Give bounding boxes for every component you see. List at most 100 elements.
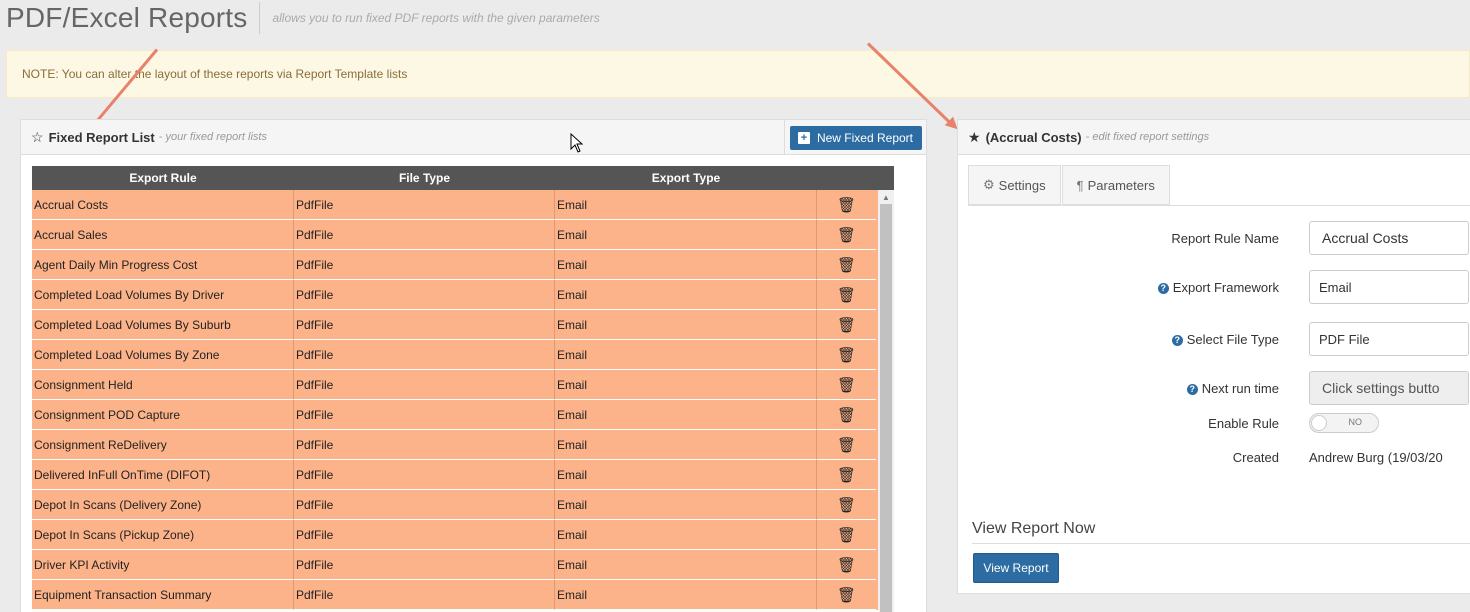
cell-export-rule[interactable]: Equipment Transaction Summary (32, 580, 294, 610)
table-row[interactable]: Equipment Transaction Summary PdfFile Emai… (32, 580, 894, 610)
cell-export-type[interactable]: Email (555, 220, 817, 250)
cell-export-type[interactable]: Email (555, 340, 817, 370)
cell-export-rule[interactable]: Accrual Costs (32, 190, 294, 220)
trash-icon[interactable]: 🗑 (837, 586, 856, 604)
cell-export-type[interactable]: Email (555, 250, 817, 280)
cell-file-type[interactable]: PdfFile (294, 430, 555, 460)
table-row[interactable]: Completed Load Volumes By Driver PdfFile E… (32, 280, 894, 310)
cell-file-type[interactable]: PdfFile (294, 340, 555, 370)
cell-actions: 🗑 (817, 250, 876, 280)
cell-export-type[interactable]: Email (555, 550, 817, 580)
cell-file-type[interactable]: PdfFile (294, 220, 555, 250)
trash-icon[interactable]: 🗑 (837, 496, 856, 514)
cell-actions: 🗑 (817, 490, 876, 520)
cell-export-rule[interactable]: Depot In Scans (Pickup Zone) (32, 520, 294, 550)
fixed-report-list-panel: ☆ Fixed Report List - your fixed report … (20, 119, 927, 612)
trash-icon[interactable]: 🗑 (837, 256, 856, 274)
trash-icon[interactable]: 🗑 (837, 376, 856, 394)
help-icon[interactable]: ? (1186, 383, 1198, 395)
note-banner: NOTE: You can alter the layout of these … (6, 50, 1470, 98)
cell-export-rule[interactable]: Completed Load Volumes By Zone (32, 340, 294, 370)
trash-icon[interactable]: 🗑 (837, 556, 856, 574)
cell-export-type[interactable]: Email (555, 460, 817, 490)
trash-icon[interactable]: 🗑 (837, 466, 856, 484)
cell-export-rule[interactable]: Consignment ReDelivery (32, 430, 294, 460)
help-icon[interactable]: ? (1157, 282, 1169, 294)
cell-file-type[interactable]: PdfFile (294, 580, 555, 610)
table-row[interactable]: Agent Daily Min Progress Cost PdfFile Emai… (32, 250, 894, 280)
column-header-export-type[interactable]: Export Type (555, 166, 817, 190)
cell-export-type[interactable]: Email (555, 490, 817, 520)
trash-icon[interactable]: 🗑 (837, 286, 856, 304)
table-row[interactable]: Depot In Scans (Delivery Zone) PdfFile Ema… (32, 490, 894, 520)
cell-export-rule[interactable]: Driver KPI Activity (32, 550, 294, 580)
cell-file-type[interactable]: PdfFile (294, 310, 555, 340)
cell-actions: 🗑 (817, 310, 876, 340)
table-row[interactable]: Depot In Scans (Pickup Zone) PdfFile Email… (32, 520, 894, 550)
cell-file-type[interactable]: PdfFile (294, 460, 555, 490)
trash-icon[interactable]: 🗑 (837, 226, 856, 244)
trash-icon[interactable]: 🗑 (837, 526, 856, 544)
cell-export-type[interactable]: Email (555, 310, 817, 340)
cell-export-type[interactable]: Email (555, 580, 817, 610)
enable-rule-toggle[interactable]: NO (1309, 413, 1379, 433)
scroll-up-icon[interactable]: ▲ (878, 190, 894, 204)
cell-file-type[interactable]: PdfFile (294, 400, 555, 430)
form-row-rule-name: Report Rule Name Accrual Costs (958, 221, 1470, 255)
trash-icon[interactable]: 🗑 (837, 196, 856, 214)
paragraph-icon: ¶ (1076, 177, 1084, 193)
tab-parameters[interactable]: ¶ Parameters (1061, 165, 1170, 205)
cell-file-type[interactable]: PdfFile (294, 490, 555, 520)
file-type-select[interactable]: PDF File (1309, 322, 1469, 356)
rule-name-label: Report Rule Name (1171, 230, 1279, 246)
cell-export-type[interactable]: Email (555, 370, 817, 400)
cell-file-type[interactable]: PdfFile (294, 250, 555, 280)
cell-actions: 🗑 (817, 280, 876, 310)
cell-export-type[interactable]: Email (555, 430, 817, 460)
trash-icon[interactable]: 🗑 (837, 346, 856, 364)
column-header-export-rule[interactable]: Export Rule (32, 166, 294, 190)
table-row[interactable]: Consignment ReDelivery PdfFile Email 🗑 (32, 430, 894, 460)
cell-actions: 🗑 (817, 580, 876, 610)
new-fixed-report-button[interactable]: + New Fixed Report (789, 125, 922, 150)
cell-export-type[interactable]: Email (555, 190, 817, 220)
cell-export-rule[interactable]: Depot In Scans (Delivery Zone) (32, 490, 294, 520)
cell-file-type[interactable]: PdfFile (294, 190, 555, 220)
cell-export-rule[interactable]: Completed Load Volumes By Suburb (32, 310, 294, 340)
cell-export-rule[interactable]: Agent Daily Min Progress Cost (32, 250, 294, 280)
rule-name-input[interactable]: Accrual Costs (1309, 221, 1469, 255)
table-scrollbar[interactable]: ▲ (878, 190, 894, 612)
tab-settings[interactable]: ⚙ Settings (968, 165, 1061, 205)
trash-icon[interactable]: 🗑 (837, 316, 856, 334)
cell-export-rule[interactable]: Consignment POD Capture (32, 400, 294, 430)
column-header-file-type[interactable]: File Type (294, 166, 555, 190)
cell-export-rule[interactable]: Consignment Held (32, 370, 294, 400)
table-row[interactable]: Accrual Sales PdfFile Email 🗑 (32, 220, 894, 250)
table-row[interactable]: Accrual Costs PdfFile Email 🗑 (32, 190, 894, 220)
cell-file-type[interactable]: PdfFile (294, 370, 555, 400)
cell-export-type[interactable]: Email (555, 280, 817, 310)
cell-export-type[interactable]: Email (555, 520, 817, 550)
cell-file-type[interactable]: PdfFile (294, 520, 555, 550)
trash-icon[interactable]: 🗑 (837, 406, 856, 424)
trash-icon[interactable]: 🗑 (837, 436, 856, 454)
table-row[interactable]: Consignment Held PdfFile Email 🗑 (32, 370, 894, 400)
cell-file-type[interactable]: PdfFile (294, 550, 555, 580)
created-value: Andrew Burg (19/03/20 (1309, 450, 1443, 465)
table-row[interactable]: Completed Load Volumes By Suburb PdfFile E… (32, 310, 894, 340)
next-run-label: ? Next run time (958, 381, 1309, 396)
view-report-button[interactable]: View Report (973, 553, 1059, 583)
cell-file-type[interactable]: PdfFile (294, 280, 555, 310)
export-framework-select[interactable]: Email (1309, 270, 1469, 304)
table-row[interactable]: Completed Load Volumes By Zone PdfFile Ema… (32, 340, 894, 370)
table-row[interactable]: Delivered InFull OnTime (DIFOT) PdfFile Em… (32, 460, 894, 490)
cell-export-rule[interactable]: Completed Load Volumes By Driver (32, 280, 294, 310)
table-row[interactable]: Consignment POD Capture PdfFile Email 🗑 (32, 400, 894, 430)
cell-export-type[interactable]: Email (555, 400, 817, 430)
help-icon[interactable]: ? (1171, 334, 1183, 346)
cell-actions: 🗑 (817, 190, 876, 220)
cell-export-rule[interactable]: Delivered InFull OnTime (DIFOT) (32, 460, 294, 490)
scrollbar-thumb[interactable] (880, 204, 892, 612)
cell-export-rule[interactable]: Accrual Sales (32, 220, 294, 250)
table-row[interactable]: Driver KPI Activity PdfFile Email 🗑 (32, 550, 894, 580)
